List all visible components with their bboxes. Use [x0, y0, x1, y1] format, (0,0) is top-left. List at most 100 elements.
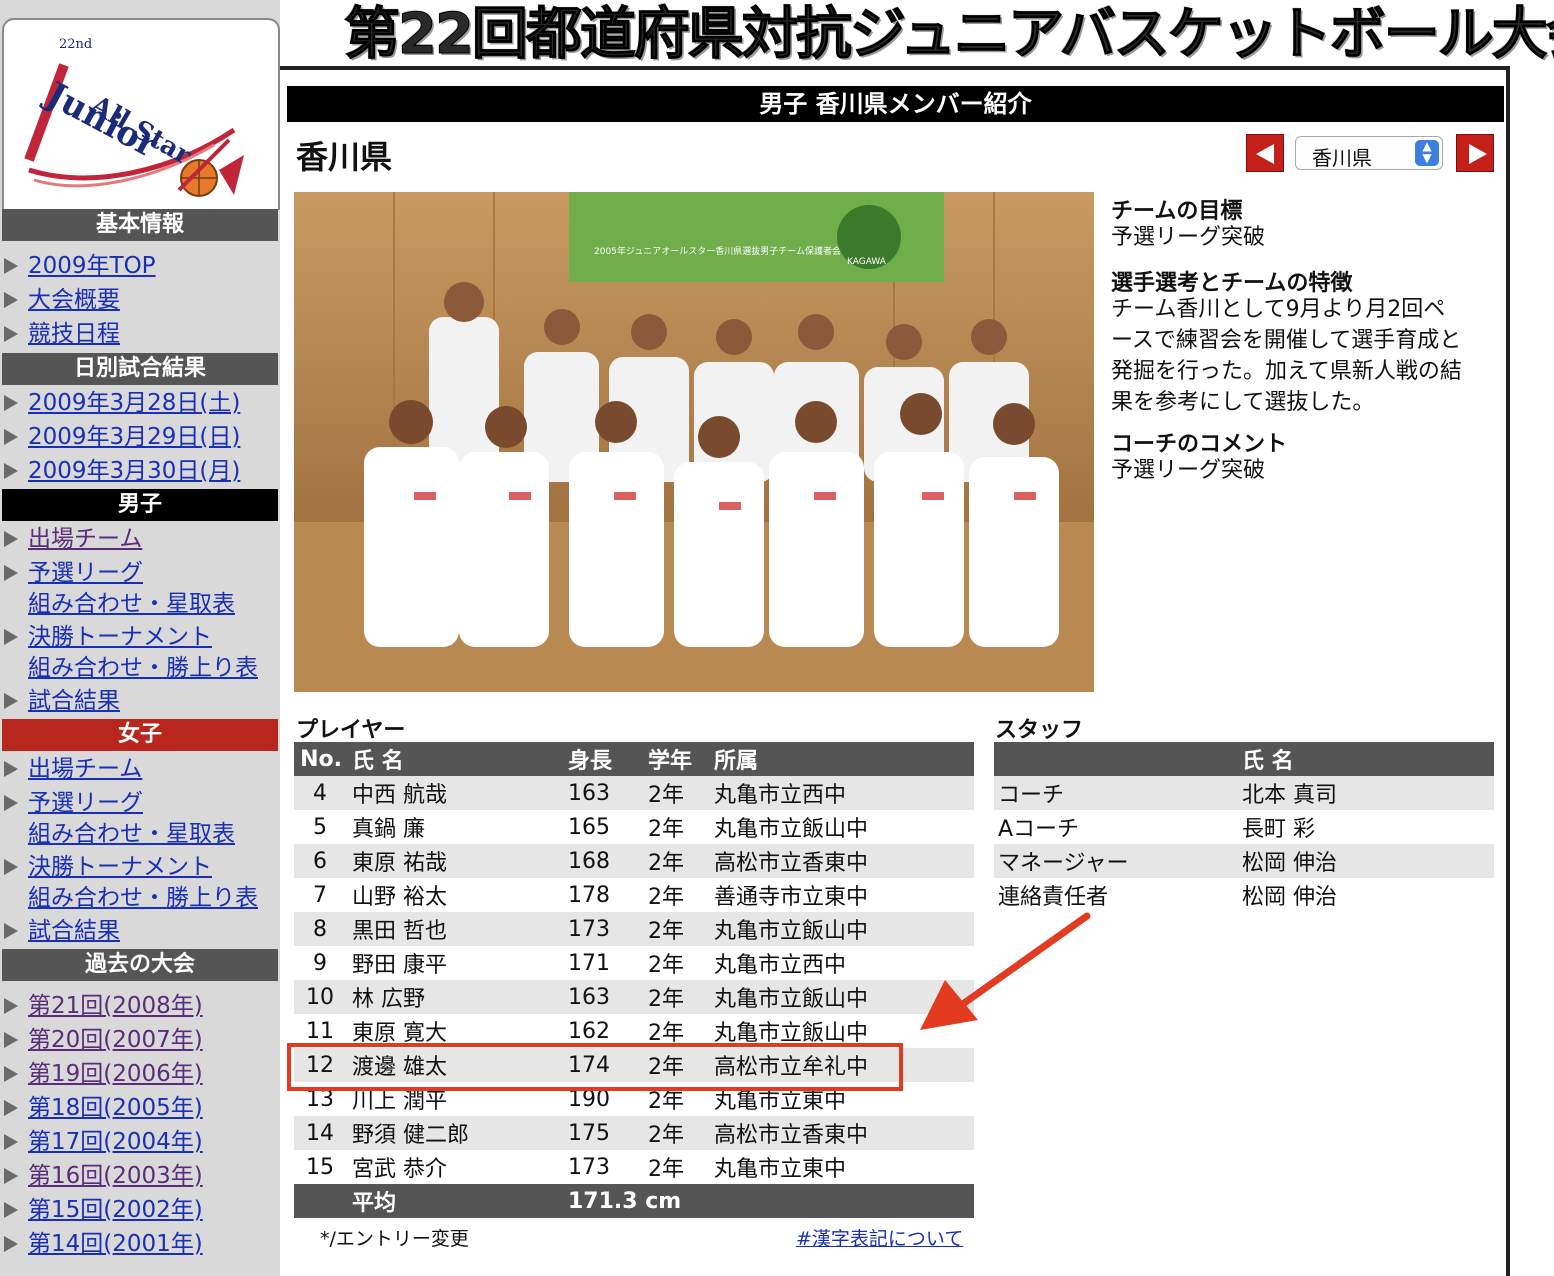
triangle-bullet-icon: [4, 1100, 18, 1116]
sidebar-link-past-20[interactable]: 第20回(2007年): [28, 1024, 203, 1056]
selection-line: 発掘を行った。加えて県新人戦の結: [1111, 359, 1462, 384]
average-value: 171.3 cm: [568, 1184, 974, 1218]
next-prefecture-button[interactable]: [1456, 134, 1494, 172]
col-grade-header: 学年: [648, 742, 710, 776]
entry-change-note: */エントリー変更: [320, 1228, 469, 1250]
sidebar-link-girls-teams[interactable]: 出場チーム: [28, 753, 142, 785]
sidebar-link-boys-bracket[interactable]: 組み合わせ・勝上り表: [28, 652, 258, 684]
player-school: 丸亀市立東中: [714, 1157, 847, 1182]
triangle-bullet-icon: [4, 531, 18, 547]
sidebar-link-past-19[interactable]: 第19回(2006年): [28, 1058, 203, 1090]
player-school: 丸亀市立飯山中: [710, 912, 974, 946]
player-height: 173: [568, 1154, 610, 1180]
triangle-bullet-icon: [4, 1066, 18, 1082]
sidebar-link-day-1[interactable]: 2009年3月28日(土): [28, 387, 240, 419]
triangle-bullet-icon: [4, 795, 18, 811]
triangle-bullet-icon: [4, 629, 18, 645]
players-title: プレイヤー: [296, 718, 406, 743]
sidebar-link-girls-prelim[interactable]: 予選リーグ: [28, 787, 143, 819]
tournament-logo[interactable]: 22nd Junior All Star: [2, 18, 280, 210]
previous-prefecture-button[interactable]: [1246, 134, 1284, 172]
sidebar-heading-past: 過去の大会: [2, 949, 278, 981]
player-name: 山野 裕太: [352, 885, 447, 910]
selection-line: チーム香川として9月より月2回ペ: [1111, 297, 1446, 322]
sidebar-link-boys-teams[interactable]: 出場チーム: [28, 523, 142, 555]
sidebar-link-boys-results[interactable]: 試合結果: [28, 685, 120, 717]
player-height: 173: [568, 912, 648, 946]
sidebar-heading-daily-results: 日別試合結果: [2, 353, 278, 385]
sidebar-link-past-14[interactable]: 第14回(2001年): [28, 1228, 203, 1260]
sidebar-link-past-21[interactable]: 第21回(2008年): [28, 990, 203, 1022]
triangle-bullet-icon: [4, 693, 18, 709]
player-school: 高松市立香東中: [710, 844, 974, 878]
sidebar-link-girls-bracket[interactable]: 組み合わせ・勝上り表: [28, 882, 258, 914]
sidebar-heading-basic: 基本情報: [2, 209, 278, 241]
team-photo: 2005年ジュニアオールスター香川県選抜男子チーム保護者会 KAGAWA: [294, 192, 1094, 692]
sidebar-link-boys-final[interactable]: 決勝トーナメント: [28, 621, 212, 653]
sidebar-link-girls-results[interactable]: 試合結果: [28, 915, 120, 947]
page-heading: 男子 香川県メンバー紹介: [287, 86, 1504, 122]
prefecture-title: 香川県: [296, 138, 393, 176]
staff-role: Aコーチ: [998, 817, 1080, 842]
sidebar-link-past-15[interactable]: 第15回(2002年): [28, 1194, 203, 1226]
sidebar-link-past-16[interactable]: 第16回(2003年): [28, 1160, 203, 1192]
goal-text: 予選リーグ突破: [1111, 225, 1266, 250]
triangle-bullet-icon: [4, 292, 18, 308]
selection-line: ースで練習会を開催して選手育成と: [1111, 328, 1462, 353]
player-height: 175: [568, 1116, 648, 1150]
kanji-notation-link[interactable]: #漢字表記について: [796, 1224, 963, 1251]
player-name: 宮武 恭介: [352, 1157, 447, 1182]
staff-name-header: 氏 名: [1242, 742, 1494, 776]
player-name: 真鍋 廉: [352, 817, 425, 842]
sidebar-link-overview[interactable]: 大会概要: [28, 284, 120, 316]
prefecture-select[interactable]: 香川県 ▲ ▼: [1295, 136, 1443, 170]
sidebar-link-past-17[interactable]: 第17回(2004年): [28, 1126, 203, 1158]
triangle-bullet-icon: [4, 429, 18, 445]
player-school: 高松市立香東中: [710, 1116, 974, 1150]
player-school: 丸亀市立飯山中: [710, 980, 974, 1014]
sidebar-link-day-2[interactable]: 2009年3月29日(日): [28, 421, 240, 453]
player-school: 丸亀市立西中: [714, 953, 847, 978]
player-no: 15: [306, 1154, 334, 1180]
player-no: 7: [313, 882, 327, 908]
sidebar-link-girls-prelim-table[interactable]: 組み合わせ・星取表: [28, 818, 235, 850]
sidebar: 22nd Junior All Star 基本情報 2009年TOP 大会概要 …: [0, 0, 280, 1276]
sidebar-link-boys-prelim[interactable]: 予選リーグ: [28, 557, 143, 589]
players-header-row: No. 氏 名 身長 学年 所属: [294, 742, 974, 776]
player-name: 東原 祐哉: [346, 844, 568, 878]
triangle-bullet-icon: [4, 258, 18, 274]
player-row: 8 黒田 哲也 173 2年 丸亀市立飯山中: [294, 912, 974, 946]
staff-row: マネージャー 松岡 伸治: [994, 844, 1494, 878]
player-grade: 2年: [648, 844, 710, 878]
player-grade: 2年: [648, 980, 710, 1014]
staff-row: 連絡責任者 松岡 伸治: [994, 878, 1494, 912]
sidebar-link-past-18[interactable]: 第18回(2005年): [28, 1092, 203, 1124]
staff-table: 氏 名 コーチ 北本 真司 Aコーチ 長町 彩 マネージャー 松岡 伸治 連絡責任者 松…: [994, 742, 1494, 912]
player-grade: 2年: [648, 1116, 710, 1150]
staff-name: 長町 彩: [1242, 817, 1315, 842]
player-name: 中西 航哉: [346, 776, 568, 810]
triangle-bullet-icon: [4, 1202, 18, 1218]
banner-title: 第22回都道府県対抗ジュニアバスケットボール大会: [344, 2, 1554, 68]
player-row: 4 中西 航哉 163 2年 丸亀市立西中: [294, 776, 974, 810]
sidebar-link-boys-prelim-table[interactable]: 組み合わせ・星取表: [28, 588, 235, 620]
player-grade: 2年: [648, 885, 684, 910]
triangle-bullet-icon: [4, 1236, 18, 1252]
player-height: 163: [568, 980, 648, 1014]
triangle-bullet-icon: [4, 923, 18, 939]
prefecture-select-value: 香川県: [1312, 146, 1372, 170]
coach-comment-heading: コーチのコメント: [1111, 432, 1288, 457]
triangle-bullet-icon: [4, 1032, 18, 1048]
sidebar-link-girls-final[interactable]: 決勝トーナメント: [28, 851, 212, 883]
sidebar-link-schedule[interactable]: 競技日程: [28, 318, 120, 350]
col-name-header: 氏 名: [346, 742, 568, 776]
col-height-header: 身長: [568, 742, 648, 776]
sidebar-link-day-3[interactable]: 2009年3月30日(月): [28, 455, 240, 487]
sidebar-link-2009-top[interactable]: 2009年TOP: [28, 250, 156, 282]
staff-name: 松岡 伸治: [1242, 844, 1494, 878]
staff-header-row: 氏 名: [994, 742, 1494, 776]
player-no: 10: [294, 980, 346, 1014]
player-grade: 2年: [648, 912, 710, 946]
player-name: 野田 康平: [352, 953, 447, 978]
sidebar-heading-girls: 女子: [2, 719, 278, 751]
